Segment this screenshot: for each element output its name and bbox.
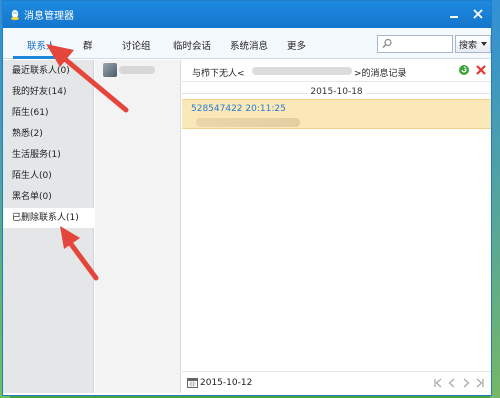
sidebar-item-blacklist[interactable]: 黑名单(0) <box>3 187 94 207</box>
tab-system-messages[interactable]: 系统消息 <box>230 38 268 52</box>
active-tab-indicator <box>13 56 67 59</box>
calendar-icon[interactable] <box>187 377 198 388</box>
next-page-icon[interactable] <box>461 378 471 388</box>
blurred-contact-name <box>119 66 155 74</box>
footer-bar: 2015-10-12 <box>182 371 491 393</box>
conversation-header: 与栉下无人< >的消息记录 <box>182 60 491 82</box>
tab-discussion[interactable]: 讨论组 <box>122 38 151 52</box>
qq-penguin-icon <box>11 9 19 20</box>
search-input[interactable] <box>396 37 450 51</box>
sidebar-item-friends[interactable]: 我的好友(14) <box>3 82 94 102</box>
last-page-icon[interactable] <box>475 378 485 388</box>
minimize-button[interactable] <box>447 7 461 21</box>
sidebar-item-strangers-group[interactable]: 陌生(61) <box>3 103 94 123</box>
search-button-label: 搜索 <box>459 40 478 51</box>
window-title: 消息管理器 <box>24 11 74 22</box>
close-button[interactable] <box>471 7 485 21</box>
tab-groups[interactable]: 群 <box>83 38 93 52</box>
conversation-title-suffix: >的消息记录 <box>354 69 407 79</box>
title-bar[interactable]: 消息管理器 <box>3 1 491 28</box>
blurred-message-text <box>196 118 300 127</box>
message-manager-window: 消息管理器 联系人 群 讨论组 临时会话 系统消息 更多 搜索 最近联系人(0)… <box>2 0 492 396</box>
restore-icon[interactable] <box>458 64 470 76</box>
sidebar-item-familiar[interactable]: 熟悉(2) <box>3 124 94 144</box>
blurred-contact-id <box>252 67 352 75</box>
close-icon <box>473 9 483 19</box>
footer-date: 2015-10-12 <box>200 378 253 388</box>
conversation-title-prefix: 与栉下无人< <box>192 69 245 79</box>
date-separator: 2015-10-18 <box>310 87 363 97</box>
pager <box>433 378 485 388</box>
search-icon <box>382 38 392 48</box>
message-item[interactable]: 528547422 20:11:25 <box>182 99 491 129</box>
search-box[interactable] <box>377 35 453 53</box>
category-sidebar: 最近联系人(0) 我的好友(14) 陌生(61) 熟悉(2) 生活服务(1) 陌… <box>3 60 94 393</box>
prev-page-icon[interactable] <box>447 378 457 388</box>
message-sender-time: 528547422 20:11:25 <box>191 104 286 114</box>
sidebar-item-recent[interactable]: 最近联系人(0) <box>3 61 94 81</box>
tab-contacts[interactable]: 联系人 <box>27 38 56 52</box>
tab-temp-session[interactable]: 临时会话 <box>173 38 211 52</box>
minimize-icon <box>450 16 458 18</box>
sidebar-item-deleted-contacts[interactable]: 已删除联系人(1) <box>3 208 94 228</box>
contact-list <box>95 60 181 393</box>
sidebar-item-strangers[interactable]: 陌生人(0) <box>3 166 94 186</box>
chevron-down-icon[interactable] <box>481 42 487 46</box>
search-button[interactable]: 搜索 <box>455 35 491 53</box>
list-item[interactable] <box>95 60 181 80</box>
tab-more[interactable]: 更多 <box>287 38 306 52</box>
first-page-icon[interactable] <box>433 378 443 388</box>
sidebar-item-life-service[interactable]: 生活服务(1) <box>3 145 94 165</box>
delete-icon[interactable] <box>475 64 487 76</box>
avatar <box>103 63 117 77</box>
